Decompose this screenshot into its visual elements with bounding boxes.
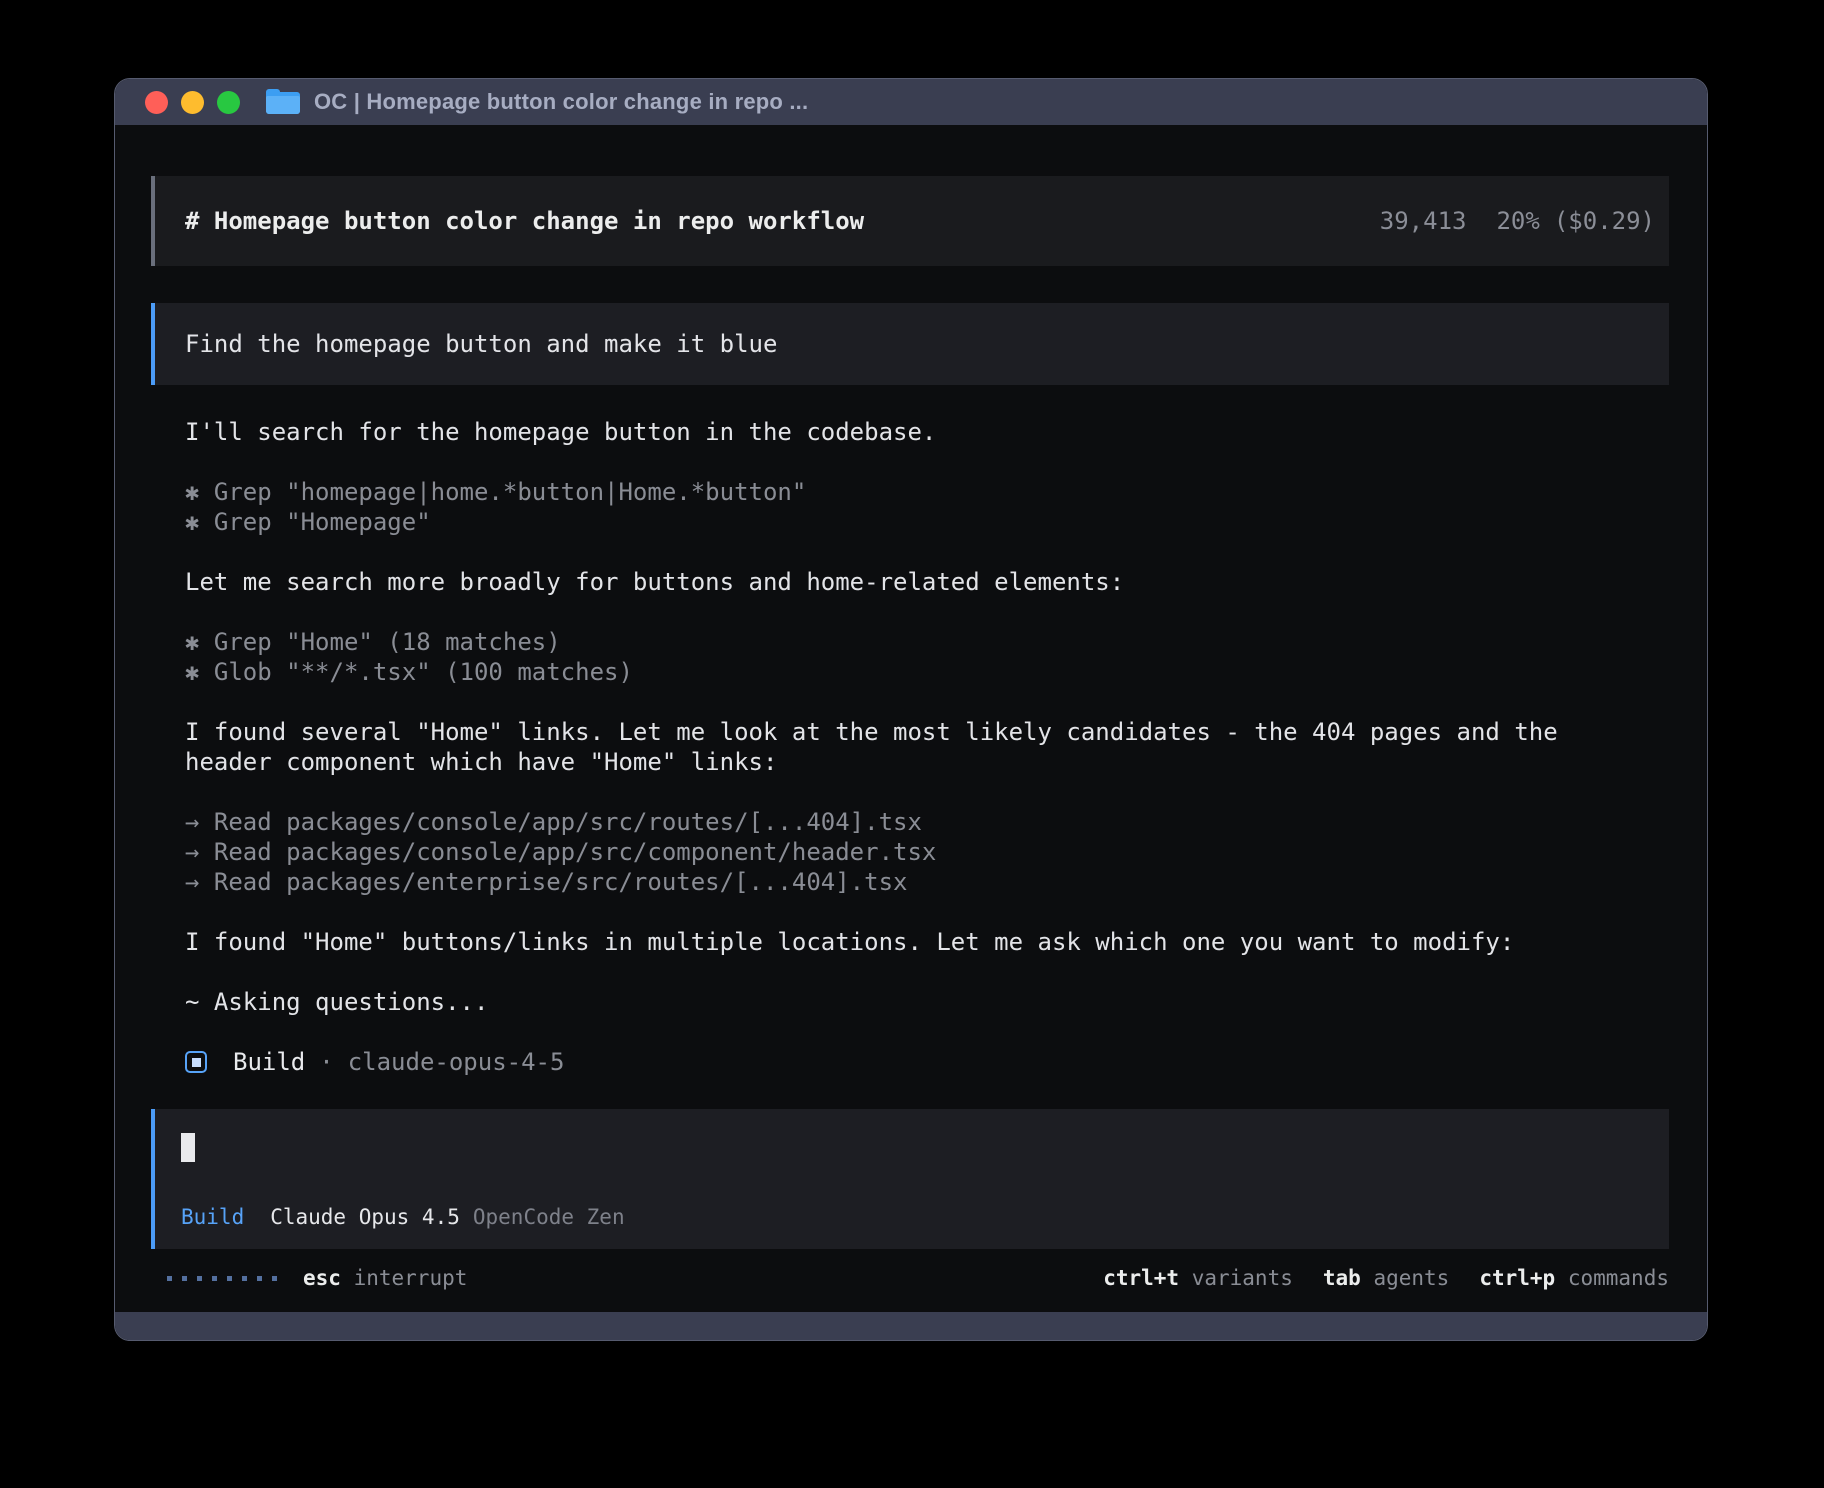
window-title: OC | Homepage button color change in rep… <box>314 89 808 115</box>
transcript-line: header component which have "Home" links… <box>185 747 1669 777</box>
status-footer: esc interrupt ctrl+t variants tab agents… <box>151 1263 1669 1293</box>
minimize-button[interactable] <box>181 91 204 114</box>
hint-key: esc <box>303 1266 341 1290</box>
user-message: Find the homepage button and make it blu… <box>151 303 1669 385</box>
transcript-line: → Read packages/console/app/src/routes/[… <box>185 807 1669 837</box>
transcript-line: ✱ Grep "homepage|home.*button|Home.*butt… <box>185 477 1669 507</box>
spinner-dot <box>197 1276 202 1281</box>
model-row: Build Claude Opus 4.5 OpenCode Zen <box>181 1205 1639 1229</box>
agent-name: Build <box>233 1048 305 1076</box>
spinner-dot <box>242 1276 247 1281</box>
agent-model: claude-opus-4-5 <box>348 1048 565 1076</box>
hint-key: ctrl+p <box>1479 1266 1555 1290</box>
transcript-line: I'll search for the homepage button in t… <box>185 417 1669 447</box>
hint-label: commands <box>1568 1266 1669 1290</box>
hint-agents: tab agents <box>1323 1266 1449 1290</box>
close-button[interactable] <box>145 91 168 114</box>
text-cursor <box>181 1133 195 1162</box>
prompt-input[interactable]: Build Claude Opus 4.5 OpenCode Zen <box>151 1109 1669 1249</box>
zoom-button[interactable] <box>217 91 240 114</box>
transcript-line <box>185 687 1669 717</box>
spinner-dot <box>257 1276 262 1281</box>
transcript-line <box>185 537 1669 567</box>
transcript-line: ✱ Grep "Homepage" <box>185 507 1669 537</box>
hint-label: variants <box>1192 1266 1293 1290</box>
traffic-lights <box>145 91 240 114</box>
input-agent-label: Build <box>181 1205 244 1229</box>
hint-label: agents <box>1373 1266 1449 1290</box>
transcript-line: → Read packages/console/app/src/componen… <box>185 837 1669 867</box>
agent-status-row: Build · claude-opus-4-5 <box>151 1047 1669 1077</box>
spinner-dot <box>272 1276 277 1281</box>
terminal-window: OC | Homepage button color change in rep… <box>114 78 1708 1341</box>
transcript-line: Let me search more broadly for buttons a… <box>185 567 1669 597</box>
hint-key: tab <box>1323 1266 1361 1290</box>
transcript-line <box>185 897 1669 927</box>
transcript-line <box>185 1017 1669 1047</box>
spinner-dot <box>182 1276 187 1281</box>
transcript-line: ✱ Grep "Home" (18 matches) <box>185 627 1669 657</box>
transcript-line: I found several "Home" links. Let me loo… <box>185 717 1669 747</box>
spinner-dots <box>167 1276 277 1281</box>
token-count: 39,413 <box>1380 207 1467 235</box>
transcript-line: I found "Home" buttons/links in multiple… <box>185 927 1669 957</box>
transcript-line: ✱ Glob "**/*.tsx" (100 matches) <box>185 657 1669 687</box>
transcript-line: ~ Asking questions... <box>185 987 1669 1017</box>
hint-variants: ctrl+t variants <box>1103 1266 1293 1290</box>
transcript-line <box>185 447 1669 477</box>
transcript-line: → Read packages/enterprise/src/routes/[.… <box>185 867 1669 897</box>
titlebar[interactable]: OC | Homepage button color change in rep… <box>115 79 1707 125</box>
hint-label: interrupt <box>354 1266 468 1290</box>
agent-separator: · <box>319 1048 333 1076</box>
session-stats: 39,413 20% ($0.29) <box>1380 207 1655 235</box>
hint-interrupt: esc interrupt <box>303 1266 467 1290</box>
window-bottom-bar <box>115 1312 1707 1340</box>
session-cost: ($0.29) <box>1554 207 1655 235</box>
session-title: # Homepage button color change in repo w… <box>185 207 864 235</box>
hint-key: ctrl+t <box>1103 1266 1179 1290</box>
context-percent: 20% <box>1496 207 1539 235</box>
folder-icon <box>266 89 300 116</box>
input-model-label: Claude Opus 4.5 <box>270 1205 460 1229</box>
transcript-line <box>185 597 1669 627</box>
hint-commands: ctrl+p commands <box>1479 1266 1669 1290</box>
input-provider-label: OpenCode Zen <box>473 1205 625 1229</box>
footer-right-hints: ctrl+t variants tab agents ctrl+p comman… <box>1103 1266 1669 1290</box>
transcript-line <box>185 957 1669 987</box>
spinner-dot <box>212 1276 217 1281</box>
terminal-content: # Homepage button color change in repo w… <box>115 125 1707 1312</box>
agent-badge-icon <box>185 1051 207 1073</box>
transcript: I'll search for the homepage button in t… <box>151 417 1669 1047</box>
user-message-text: Find the homepage button and make it blu… <box>185 330 777 358</box>
session-header: # Homepage button color change in repo w… <box>151 176 1669 266</box>
spinner-dot <box>227 1276 232 1281</box>
spinner-dot <box>167 1276 172 1281</box>
transcript-line <box>185 777 1669 807</box>
